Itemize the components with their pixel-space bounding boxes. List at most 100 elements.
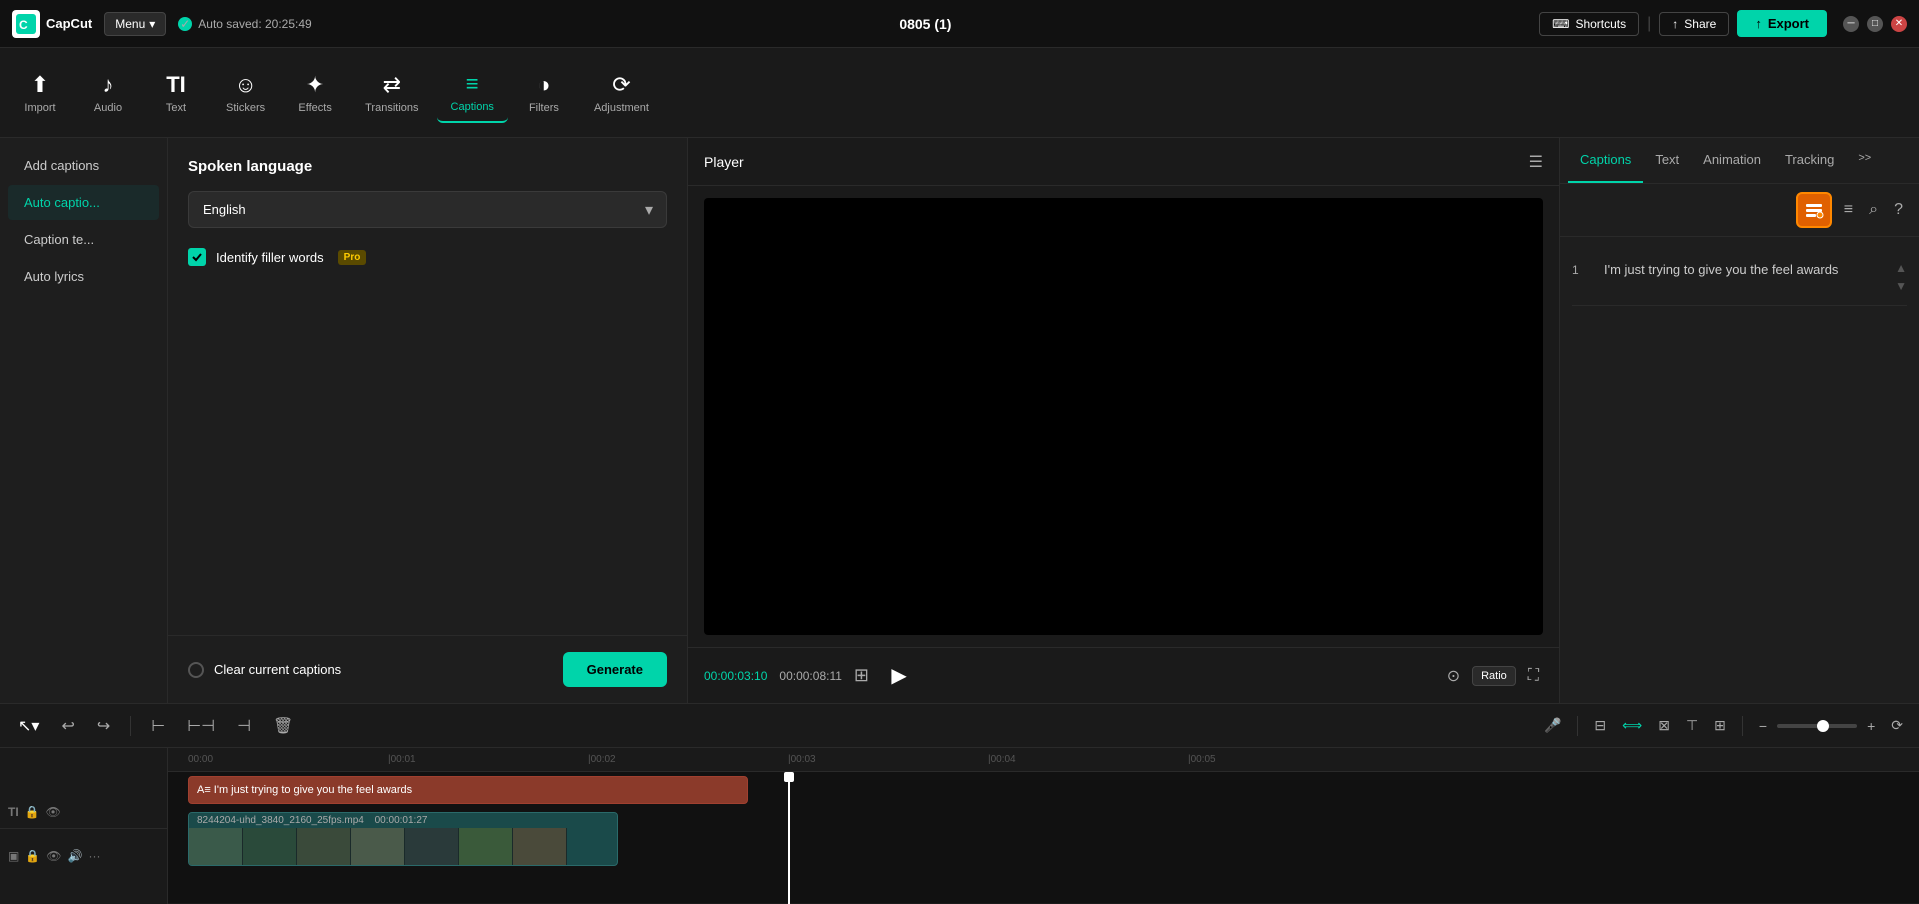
audio-icon-small[interactable]: 🔊 [68,849,83,863]
expand-icon[interactable]: ⊙ [1443,662,1464,690]
generate-button[interactable]: Generate [563,652,667,687]
tool-transitions[interactable]: ⇄ Transitions [351,64,432,122]
select-tool-button[interactable]: ↖▾ [12,712,45,740]
player-canvas [704,198,1543,635]
redo-button[interactable]: ↪ [91,712,116,740]
filters-label: Filters [529,102,559,114]
link-icon[interactable]: ⊟ [1590,713,1610,738]
eye-icon[interactable]: 👁 [46,805,61,819]
video-clip-1[interactable]: Cover 8244204-uhd_3840_2160_25fps.mp4 00… [188,812,618,866]
split-start-button[interactable]: ⊢ [145,712,171,740]
magnet-icon[interactable]: ⟺ [1618,713,1646,738]
tab-captions[interactable]: Captions [1568,138,1643,183]
tool-effects[interactable]: ✦ Effects [283,64,347,122]
language-select-wrap: English ▾ [188,191,667,228]
ruler-mark-2: |00:02 [588,754,616,765]
fullscreen-icon[interactable]: ⛶ [1524,663,1543,689]
menu-button[interactable]: Menu ▾ [104,12,166,36]
sidebar-item-auto-lyrics[interactable]: Auto lyrics [8,259,159,294]
edit-captions-button[interactable] [1796,192,1832,228]
caption-clip-text: A≡ I'm just trying to give you the feel … [197,784,412,796]
share-button[interactable]: ↑ Share [1659,12,1729,36]
more-icon[interactable]: ··· [88,849,100,863]
menu-arrow-icon: ▾ [149,17,155,31]
split-end-button[interactable]: ⊣ [231,712,257,740]
minimize-button[interactable]: ─ [1843,16,1859,32]
split-button[interactable]: ⊢⊣ [181,712,221,740]
player-controls: 00:00:03:10 00:00:08:11 ⊞ ▶ ⊙ Ratio ⛶ [688,647,1559,703]
caption-prev-arrow[interactable]: ▲ [1895,261,1907,275]
zoom-out-button[interactable]: − [1755,714,1771,738]
video-eye-icon[interactable]: 👁 [46,849,61,863]
clear-captions-row: Clear current captions [188,662,341,678]
tab-animation[interactable]: Animation [1691,138,1773,183]
main-toolbar: ⬆ Import ♪ Audio TI Text ☺ Stickers ✦ Ef… [0,48,1919,138]
playhead[interactable] [788,772,790,904]
ruler-mark-5: |00:05 [1188,754,1216,765]
caption-track-label: TI 🔒 👁 [0,796,167,828]
video-frame-5 [405,828,459,865]
clear-radio[interactable] [188,662,204,678]
clip-icon[interactable]: ⊠ [1654,713,1674,738]
tool-stickers[interactable]: ☺ Stickers [212,64,279,122]
group-icon[interactable]: ⊞ [1710,713,1730,738]
ruler-mark-1: |00:01 [388,754,416,765]
effects-label: Effects [298,102,331,114]
export-label: Export [1768,16,1809,31]
tab-text[interactable]: Text [1643,138,1691,183]
language-select[interactable]: English [188,191,667,228]
identify-filler-row: Identify filler words Pro [188,248,667,266]
caption-clip-1[interactable]: A≡ I'm just trying to give you the feel … [188,776,748,804]
text-icon-small: TI [8,805,19,819]
tool-captions[interactable]: ≡ Captions [437,63,508,123]
shortcuts-button[interactable]: ⌨ Shortcuts [1539,12,1639,36]
caption-next-arrow[interactable]: ▼ [1895,279,1907,293]
filler-checkbox[interactable] [188,248,206,266]
captions-icon: ≡ [466,71,479,97]
player-title: Player [704,154,1529,170]
maximize-button[interactable]: □ [1867,16,1883,32]
caption-text-1[interactable]: I'm just trying to give you the feel awa… [1604,261,1883,279]
zoom-slider[interactable] [1777,724,1857,728]
export-icon: ↑ [1755,16,1762,31]
playhead-handle[interactable] [784,772,794,782]
logo: C CapCut [12,10,92,38]
tool-filters[interactable]: ◑ Filters [512,64,576,122]
help-icon[interactable]: ? [1890,197,1907,223]
undo-button[interactable]: ↩ [55,712,80,740]
zoom-in-button[interactable]: + [1863,714,1879,738]
format-icon[interactable]: ≡ [1840,197,1857,223]
player-menu-icon[interactable]: ☰ [1529,152,1543,172]
adjustment-icon: ⟳ [612,72,630,98]
video-lock-icon[interactable]: 🔒 [25,849,40,863]
close-button[interactable]: ✕ [1891,16,1907,32]
grid-view-icon[interactable]: ⊞ [854,665,869,686]
tool-adjustment[interactable]: ⟳ Adjustment [580,64,663,122]
autosave-indicator: ✓ Auto saved: 20:25:49 [178,17,311,31]
sidebar-item-auto-captions[interactable]: Auto captio... [8,185,159,220]
sidebar-item-caption-templates[interactable]: Caption te... [8,222,159,257]
timeline-settings-icon[interactable]: ⟳ [1887,713,1907,738]
tab-more[interactable]: >> [1846,138,1883,183]
split-track-icon[interactable]: ⊤ [1682,713,1702,738]
filters-icon: ◑ [537,72,550,98]
effects-icon: ✦ [306,72,324,98]
ruler-mark-0: 00:00 [188,754,213,765]
mic-icon[interactable]: 🎤 [1540,713,1565,738]
tool-text[interactable]: TI Text [144,64,208,122]
player-area: Player ☰ 00:00:03:10 00:00:08:11 ⊞ ▶ ⊙ R… [688,138,1559,703]
toolbar-separator-2 [1577,716,1578,736]
lock-icon[interactable]: 🔒 [25,805,40,819]
delete-button[interactable]: 🗑 [267,712,299,740]
ratio-button[interactable]: Ratio [1472,666,1516,686]
import-label: Import [24,102,55,114]
caption-entry-1: 1 I'm just trying to give you the feel a… [1572,249,1907,306]
tool-import[interactable]: ⬆ Import [8,64,72,122]
sidebar-item-add-captions[interactable]: Add captions [8,148,159,183]
tool-audio[interactable]: ♪ Audio [76,64,140,122]
tab-tracking[interactable]: Tracking [1773,138,1846,183]
play-button[interactable]: ▶ [881,658,917,694]
search-captions-icon[interactable]: ⌕ [1865,197,1882,223]
time-total: 00:00:08:11 [779,669,842,683]
export-button[interactable]: ↑ Export [1737,10,1827,37]
